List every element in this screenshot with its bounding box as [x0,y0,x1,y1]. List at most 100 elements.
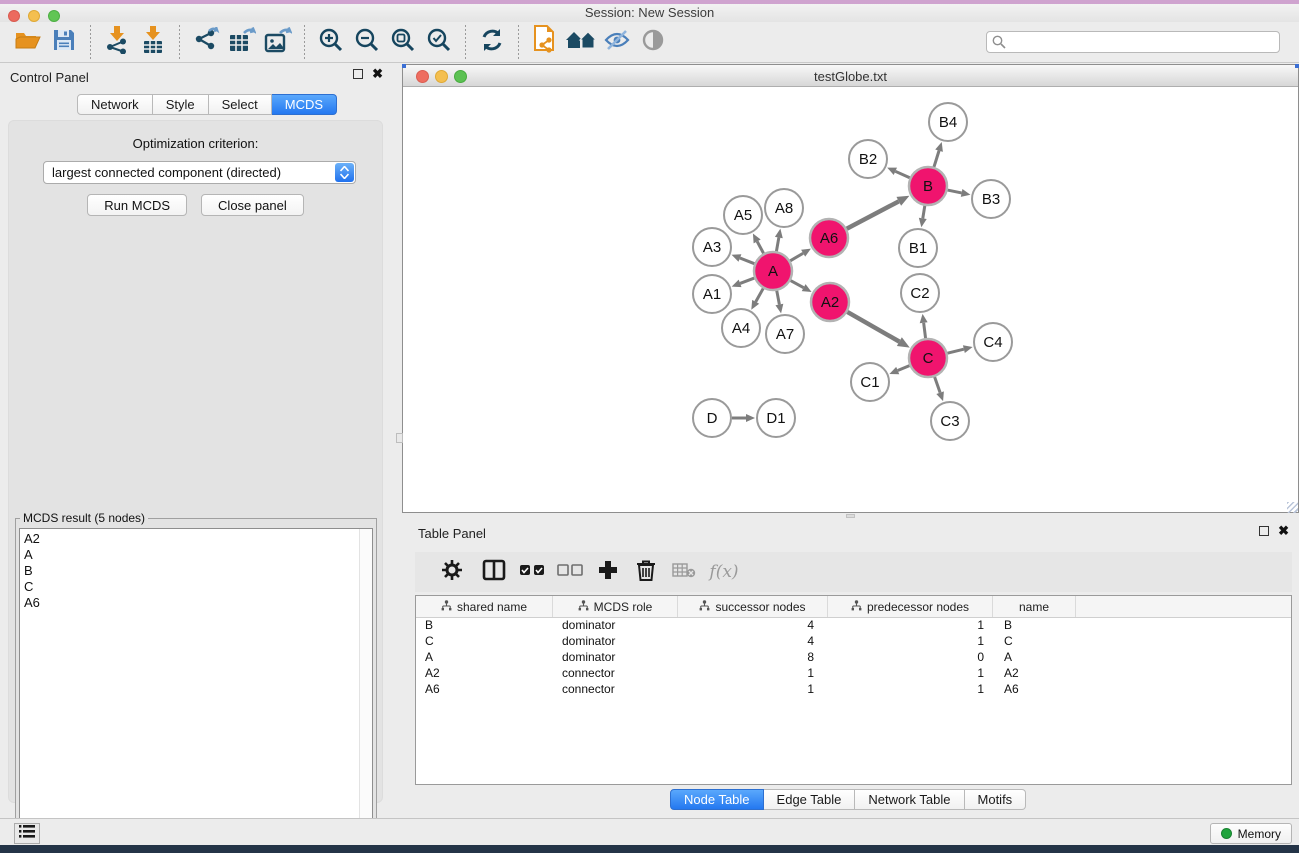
graph-edge-A-A6[interactable] [790,253,803,261]
graph-edge-B-B2[interactable] [895,171,909,177]
table-cell[interactable]: C [416,634,553,650]
tab-mcds[interactable]: MCDS [272,94,337,115]
column-header-shared-name[interactable]: shared name [416,596,553,617]
table-cell[interactable]: 0 [828,650,993,666]
mcds-result-item[interactable]: A6 [24,595,372,611]
tab-network-table[interactable]: Network Table [855,789,964,810]
network-window-titlebar[interactable]: testGlobe.txt [403,65,1298,87]
graph-edge-B-B3[interactable] [948,190,962,193]
graph-edge-A-A2[interactable] [791,281,804,288]
graph-edge-C-C4[interactable] [947,349,963,353]
mcds-result-list[interactable]: A2ABCA6 [19,528,373,847]
float-panel-icon[interactable] [353,69,363,79]
zoom-in-button[interactable] [313,25,349,59]
table-cell[interactable]: 1 [828,618,993,634]
zoom-selected-button[interactable] [421,25,457,59]
zoom-out-button[interactable] [349,25,385,59]
table-cell[interactable]: A [416,650,553,666]
window-resize-grip[interactable] [1287,502,1298,513]
table-cell[interactable]: dominator [553,634,678,650]
show-hidden-button[interactable] [635,25,671,59]
table-cell[interactable]: A6 [993,682,1076,698]
graph-edge-A2-C[interactable] [847,312,899,342]
graph-edge-B-B4[interactable] [934,151,939,167]
graph-edge-B-B1[interactable] [923,206,925,219]
tab-network[interactable]: Network [77,94,153,115]
graph-edge-A-A8[interactable] [776,238,778,252]
table-row[interactable]: Bdominator41B [416,618,1291,634]
houses-button[interactable] [563,25,599,59]
column-header-mcds-role[interactable]: MCDS role [553,596,678,617]
task-history-button[interactable] [14,823,40,844]
import-table-button[interactable] [135,25,171,59]
column-header-successor-nodes[interactable]: successor nodes [678,596,828,617]
export-image-button[interactable] [260,25,296,59]
tab-edge-table[interactable]: Edge Table [764,789,856,810]
save-session-button[interactable] [46,25,82,59]
table-cell[interactable]: A2 [416,666,553,682]
tab-select[interactable]: Select [209,94,272,115]
hide-selected-button[interactable] [599,25,635,59]
table-cell[interactable]: A2 [993,666,1076,682]
show-column-button[interactable] [475,557,513,587]
table-row[interactable]: Adominator80A [416,650,1291,666]
table-row[interactable]: Cdominator41C [416,634,1291,650]
column-header-name[interactable]: name [993,596,1076,617]
table-cell[interactable]: B [416,618,553,634]
delete-column-button[interactable] [627,557,665,587]
table-cell[interactable]: connector [553,682,678,698]
zoom-fit-button[interactable] [385,25,421,59]
duplicate-network-button[interactable] [527,25,563,59]
search-input[interactable] [986,31,1280,53]
window-resize-corner[interactable] [1295,64,1299,68]
apply-layout-button[interactable] [474,25,510,59]
graph-edge-A6-B[interactable] [847,201,899,228]
table-row[interactable]: A6connector11A6 [416,682,1291,698]
close-table-panel-icon[interactable]: ✖ [1278,526,1289,536]
table-cell[interactable]: A6 [416,682,553,698]
column-header-predecessor-nodes[interactable]: predecessor nodes [828,596,993,617]
export-network-button[interactable] [188,25,224,59]
table-cell[interactable]: dominator [553,650,678,666]
export-table-button[interactable] [224,25,260,59]
tab-node-table[interactable]: Node Table [670,789,764,810]
graph-edge-C-C2[interactable] [924,323,926,338]
close-panel-icon[interactable]: ✖ [372,69,383,79]
table-cell[interactable]: 4 [678,618,828,634]
window-resize-corner[interactable] [402,64,406,68]
deselect-all-columns-button[interactable] [551,557,589,587]
float-table-panel-icon[interactable] [1259,526,1269,536]
table-cell[interactable]: 1 [678,666,828,682]
graph-edge-A-A4[interactable] [756,288,764,301]
table-row[interactable]: A2connector11A2 [416,666,1291,682]
tab-style[interactable]: Style [153,94,209,115]
graph-edge-C-C3[interactable] [935,377,941,393]
open-session-button[interactable] [10,25,46,59]
vertical-splitter-handle[interactable] [396,433,403,443]
close-panel-button[interactable]: Close panel [201,194,304,216]
mcds-result-item[interactable]: C [24,579,372,595]
table-settings-button[interactable] [433,557,471,587]
result-scrollbar[interactable] [359,529,372,846]
criterion-select[interactable]: largest connected component (directed) [43,161,356,184]
import-network-button[interactable] [99,25,135,59]
select-all-columns-button[interactable] [513,557,551,587]
mcds-result-item[interactable]: A2 [24,531,372,547]
graph-edge-C-C1[interactable] [898,366,910,371]
mcds-result-item[interactable]: B [24,563,372,579]
table-cell[interactable]: 1 [828,666,993,682]
table-cell[interactable]: C [993,634,1076,650]
table-cell[interactable]: connector [553,666,678,682]
create-column-button[interactable] [589,557,627,587]
tab-motifs[interactable]: Motifs [965,789,1027,810]
table-cell[interactable]: A [993,650,1076,666]
network-canvas[interactable]: AA1A2A3A4A5A6A7A8BB1B2B3B4CC1C2C3C4DD1 [403,88,1298,512]
table-cell[interactable]: 1 [828,682,993,698]
table-cell[interactable]: dominator [553,618,678,634]
graph-edge-A-A3[interactable] [740,258,754,264]
memory-button[interactable]: Memory [1210,823,1292,844]
run-mcds-button[interactable]: Run MCDS [87,194,187,216]
table-cell[interactable]: B [993,618,1076,634]
table-cell[interactable]: 4 [678,634,828,650]
graph-edge-A-A5[interactable] [757,241,763,253]
